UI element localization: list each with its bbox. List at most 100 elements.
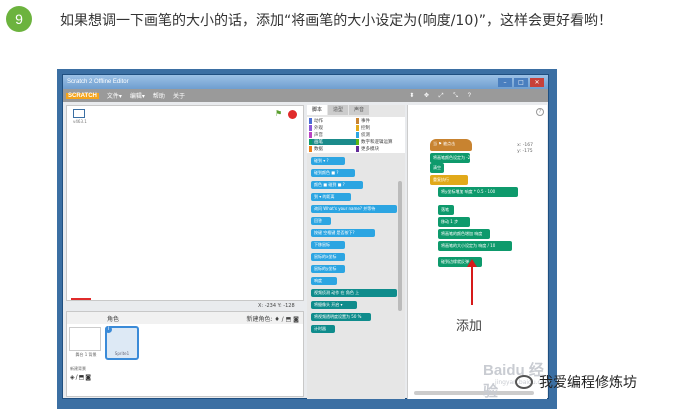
sprites-label: 角色 xyxy=(107,315,120,323)
category-swatch xyxy=(309,132,312,138)
backdrop-thumbnail[interactable] xyxy=(69,327,101,351)
menu-help[interactable]: 帮助 xyxy=(153,91,165,100)
sprite-pane: 角色 新建角色: ♦ / ⬒ ◙ 舞台 1 背景 i Sprite1 新建背景 … xyxy=(66,311,304,397)
presentation-mode-icon[interactable] xyxy=(73,109,85,118)
minimize-button[interactable]: – xyxy=(498,77,512,87)
category-label: 更多模块 xyxy=(361,147,379,152)
script-block[interactable]: 将y坐标增加 响度 * 0.5 - 100 xyxy=(438,187,518,197)
stage-version: v463.1 xyxy=(73,119,87,124)
script-block[interactable]: 移动 1 步 xyxy=(438,217,470,227)
block-palette: 脚本 造型 声音 动作 事件 外观 控制 声音 侦测 画笔 数字和逻辑运算 数据 更多模块 碰到 … xyxy=(307,105,405,399)
scripts-area[interactable]: ? x: -167 y: -175 当 ⚑ 被点击 将画笔颜色设定为 -240清… xyxy=(407,105,547,399)
tab-scripts[interactable]: 脚本 xyxy=(307,105,328,115)
palette-tabs: 脚本 造型 声音 xyxy=(307,105,405,115)
green-flag-icon[interactable]: ⚑ xyxy=(275,110,283,118)
script-block[interactable]: 将画笔的大小设定为 响度 / 10 xyxy=(438,241,512,251)
when-flag-clicked-block[interactable]: 当 ⚑ 被点击 xyxy=(430,139,472,151)
category-label: 事件 xyxy=(361,119,370,124)
category-swatch xyxy=(356,139,359,145)
new-sprite-tools[interactable]: 新建角色: ♦ / ⬒ ◙ xyxy=(246,314,299,323)
stage[interactable]: v463.1 ⚑ xyxy=(66,105,304,301)
palette-block[interactable]: 响度 xyxy=(311,277,337,285)
step-badge: 9 xyxy=(6,6,32,32)
palette-block[interactable]: 下移鼠标 xyxy=(311,241,345,249)
category-item[interactable]: 声音 xyxy=(309,132,356,138)
close-button[interactable]: ✕ xyxy=(530,77,544,87)
palette-block[interactable]: 鼠标的y坐标 xyxy=(311,265,345,273)
category-swatch xyxy=(356,118,359,124)
sprite-pane-header: 角色 新建角色: ♦ / ⬒ ◙ xyxy=(67,312,303,324)
menu-bar: SCRATCH 文件▾ 编辑▾ 帮助 关于 ⬍ ✥ ⤢ ⤡ ? xyxy=(63,89,548,102)
new-backdrop-label: 新建背景 xyxy=(70,366,86,371)
category-item[interactable]: 动作 xyxy=(309,118,356,124)
category-item[interactable]: 外观 xyxy=(309,125,356,131)
stop-icon[interactable] xyxy=(288,110,297,119)
scratch-logo: SCRATCH xyxy=(66,92,99,99)
menu-edit[interactable]: 编辑▾ xyxy=(130,91,145,100)
category-item[interactable]: 事件 xyxy=(356,118,403,124)
palette-scrollbar[interactable] xyxy=(398,181,402,311)
annotation-add: 添加 xyxy=(456,319,483,334)
category-swatch xyxy=(356,132,359,138)
info-icon[interactable]: i xyxy=(105,326,112,333)
palette-block[interactable]: 将摄像头 开启 ▾ xyxy=(311,301,357,309)
script-block[interactable]: 清空 xyxy=(430,163,444,173)
category-swatch xyxy=(309,118,312,124)
wechat-icon xyxy=(515,375,533,389)
palette-block[interactable]: 碰到 ▾ ? xyxy=(311,157,345,165)
category-item[interactable]: 更多模块 xyxy=(356,146,403,152)
category-item[interactable]: 数据 xyxy=(309,146,356,152)
category-item[interactable]: 控制 xyxy=(356,125,403,131)
category-item[interactable]: 数字和逻辑运算 xyxy=(356,139,403,145)
stage-coords: X: -234 Y: -128 xyxy=(258,303,295,309)
category-label: 控制 xyxy=(361,126,370,131)
sprite-thumbnail[interactable]: i Sprite1 xyxy=(105,326,139,360)
palette-block[interactable]: 将视频透明度设置为 50 % xyxy=(311,313,371,321)
menu-file[interactable]: 文件▾ xyxy=(107,91,122,100)
sprite-coords: x: -167 y: -175 xyxy=(517,143,533,154)
script-block[interactable]: 将画笔颜色设定为 -240 xyxy=(430,153,470,163)
palette-block[interactable]: 计时器 xyxy=(311,325,335,333)
sprite-name: Sprite1 xyxy=(114,351,130,356)
palette-block[interactable]: 颜色 ■ 碰到 ■ ? xyxy=(311,181,363,189)
toolbar-icons[interactable]: ⬍ ✥ ⤢ ⤡ ? xyxy=(409,92,475,100)
category-label: 画笔 xyxy=(314,140,323,145)
category-label: 数字和逻辑运算 xyxy=(361,140,393,145)
tab-sounds[interactable]: 声音 xyxy=(349,105,370,115)
category-label: 动作 xyxy=(314,119,323,124)
category-label: 外观 xyxy=(314,126,323,131)
palette-block[interactable]: 到 ▾ 的距离 xyxy=(311,193,351,201)
category-swatch xyxy=(356,146,359,152)
wechat-watermark-text: 我爱编程修炼坊 xyxy=(539,375,637,391)
category-swatch xyxy=(309,139,312,145)
script-block[interactable]: 重复执行 xyxy=(430,175,468,185)
category-label: 数据 xyxy=(314,147,323,152)
script-block[interactable]: 将画笔的颜色增加 响度 xyxy=(438,229,490,239)
palette-block[interactable]: 鼠标的x坐标 xyxy=(311,253,345,261)
category-swatch xyxy=(309,125,312,131)
help-icon[interactable]: ? xyxy=(536,108,544,116)
step-instruction: 如果想调一下画笔的大小的话，添加“将画笔的大小设定为(响度/10)”，这样会更好… xyxy=(60,13,612,29)
title-bar: Scratch 2 Offline Editor – □ ✕ xyxy=(63,75,548,89)
palette-blocks: 碰到 ▾ ? 碰到颜色 ■ ? 颜色 ■ 碰到 ■ ? 到 ▾ 的距离询问 What'… xyxy=(307,153,405,341)
palette-block[interactable]: 碰到颜色 ■ ? xyxy=(311,169,355,177)
menu-about[interactable]: 关于 xyxy=(173,91,185,100)
category-item[interactable]: 侦测 xyxy=(356,132,403,138)
palette-block[interactable]: 按键 空格键 是否按下? xyxy=(311,229,375,237)
tab-costumes[interactable]: 造型 xyxy=(328,105,349,115)
palette-block[interactable]: 视频侦测 动作 在 角色 上 xyxy=(311,289,397,297)
red-arrow-shaft xyxy=(471,265,473,305)
palette-block[interactable]: 回答 xyxy=(311,217,331,225)
category-item[interactable]: 画笔 xyxy=(309,139,356,145)
new-backdrop-tools[interactable]: ◈/⬒◙ xyxy=(70,374,92,381)
category-label: 声音 xyxy=(314,133,323,138)
window-title: Scratch 2 Offline Editor xyxy=(67,79,129,85)
backdrop-label: 舞台 1 背景 xyxy=(75,352,97,357)
maximize-button[interactable]: □ xyxy=(514,77,528,87)
category-swatch xyxy=(309,146,312,152)
script-block[interactable]: 落笔 xyxy=(438,205,454,215)
category-label: 侦测 xyxy=(361,133,370,138)
screenshot: Scratch 2 Offline Editor – □ ✕ SCRATCH 文… xyxy=(57,69,557,409)
palette-block[interactable]: 询问 What's your name? 并等待 xyxy=(311,205,397,213)
editor-window: Scratch 2 Offline Editor – □ ✕ SCRATCH 文… xyxy=(62,74,550,400)
